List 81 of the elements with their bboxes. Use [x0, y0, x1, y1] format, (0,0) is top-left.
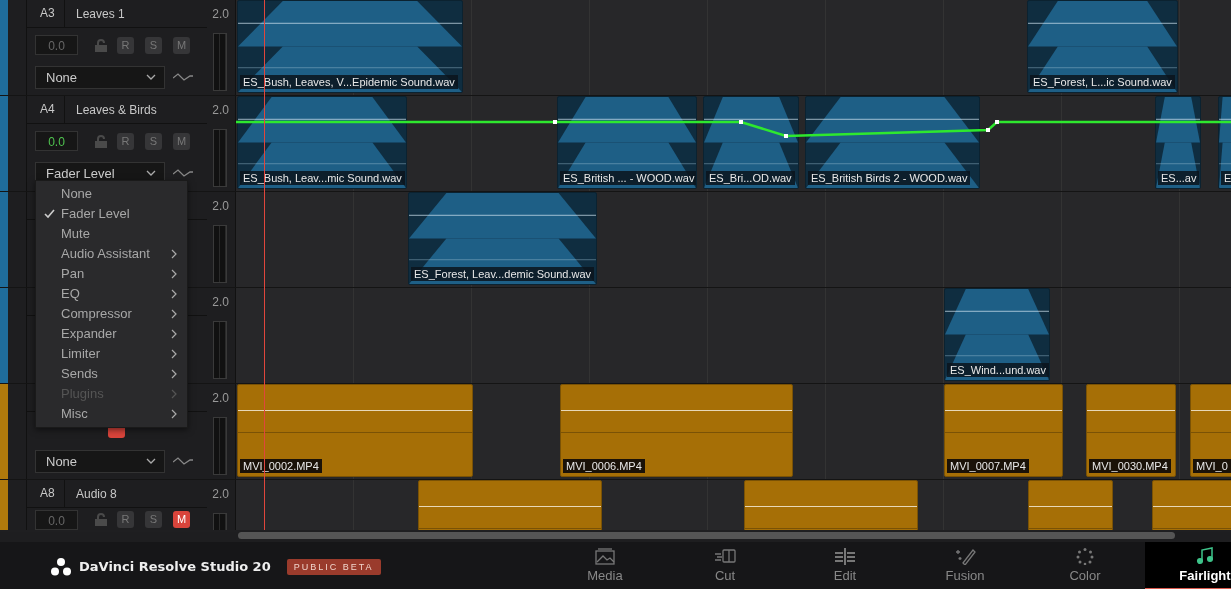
page-tab[interactable]: Fusion	[905, 542, 1025, 589]
track-name: Audio 8	[75, 486, 118, 501]
clip-name: ES_Forest, L...ic Sound.wav	[1030, 75, 1175, 89]
automation-dropdown[interactable]: None	[35, 449, 165, 473]
chevron-down-icon	[146, 170, 156, 176]
automation-icon[interactable]	[173, 168, 193, 178]
clip-name: MVI_0007.MP4	[947, 459, 1029, 473]
menu-item[interactable]: None	[36, 184, 187, 204]
video-audio-clip[interactable]: MVI_0007.MP4	[944, 384, 1063, 477]
volume-field[interactable]: 0.0	[35, 35, 78, 55]
automation-icon[interactable]	[173, 456, 193, 466]
level-meter	[213, 129, 227, 187]
channel-format: 2.0	[211, 6, 229, 21]
clip-name: ES_British ... - WOOD.wav	[560, 171, 696, 185]
channel-format: 2.0	[211, 102, 229, 117]
media-page-icon	[593, 547, 617, 565]
volume-field[interactable]: 0.0	[35, 509, 78, 530]
track-id: A8	[27, 480, 65, 507]
audio-clip[interactable]: ES_Bri...OD.wav	[703, 96, 799, 189]
fusion-page-icon	[953, 547, 977, 565]
clip-name: MVI_0	[1193, 459, 1231, 473]
page-tab[interactable]: Media	[545, 542, 665, 589]
audio-clip[interactable]: ES_British Birds 2 - WOOD.wav	[805, 96, 980, 189]
audio-clip[interactable]: ES_British ... - WOOD.wav	[557, 96, 697, 189]
m-button[interactable]: M	[173, 511, 190, 528]
page-tab[interactable]: Cut	[665, 542, 785, 589]
menu-item[interactable]: Compressor	[36, 304, 187, 324]
page-tab[interactable]: Color	[1025, 542, 1145, 589]
chevron-down-icon	[146, 74, 156, 80]
menu-item[interactable]: Misc	[36, 404, 187, 424]
level-meter	[213, 417, 227, 475]
automation-dropdown[interactable]: None	[35, 65, 165, 89]
track-name: Leaves 1	[75, 6, 126, 21]
channel-format: 2.0	[211, 486, 229, 501]
edit-page-icon	[833, 547, 857, 565]
checkmark-icon	[44, 209, 55, 219]
lock-icon[interactable]	[94, 38, 108, 52]
page-tab[interactable]: Fairlight	[1145, 542, 1231, 589]
menu-item[interactable]: Limiter	[36, 344, 187, 364]
channel-format: 2.0	[211, 294, 229, 309]
level-meter	[213, 225, 227, 283]
video-audio-clip[interactable]: MVI_0030.MP4	[1086, 384, 1176, 477]
audio-clip[interactable]: ES_Forest, Leav...demic Sound.wav	[408, 192, 597, 285]
beta-badge: PUBLIC BETA	[286, 558, 381, 575]
audio-clip[interactable]: ES...av	[1155, 96, 1201, 189]
video-audio-clip[interactable]: MVI_0006.MP4	[560, 384, 793, 477]
audio-clip[interactable]: E	[1218, 96, 1231, 189]
clip-name: E	[1221, 171, 1231, 185]
clip-name: ES_Forest, Leav...demic Sound.wav	[411, 267, 595, 281]
menu-item[interactable]: Audio Assistant	[36, 244, 187, 264]
automation-icon[interactable]	[173, 72, 193, 82]
channel-format: 2.0	[211, 390, 229, 405]
track-name: Leaves & Birds	[75, 102, 158, 117]
clip-name: ES_Wind...und.wav	[947, 363, 1049, 377]
clip-name: MVI_0030.MP4	[1089, 459, 1171, 473]
level-meter	[213, 321, 227, 379]
clip-name: MVI_0006.MP4	[563, 459, 645, 473]
page-tab[interactable]: Edit	[785, 542, 905, 589]
menu-item[interactable]: Mute	[36, 224, 187, 244]
menu-item[interactable]: Sends	[36, 364, 187, 384]
track-id: A3	[27, 0, 65, 27]
clip-name: ES_Bri...OD.wav	[706, 171, 795, 185]
level-meter	[213, 33, 227, 91]
cut-page-icon	[713, 547, 737, 565]
chevron-down-icon	[146, 458, 156, 464]
horizontal-scrollbar[interactable]	[238, 532, 1175, 539]
logo-icon	[51, 557, 71, 576]
track-id: A4	[27, 96, 65, 123]
menu-item[interactable]: Expander	[36, 324, 187, 344]
volume-field[interactable]: 0.0	[35, 131, 78, 151]
channel-format: 2.0	[211, 198, 229, 213]
lock-icon[interactable]	[94, 513, 108, 526]
app-name: DaVinci Resolve Studio 20	[79, 559, 271, 574]
audio-clip[interactable]: ES_Wind...und.wav	[944, 288, 1050, 381]
menu-item[interactable]: Fader Level	[36, 204, 187, 224]
menu-item[interactable]: EQ	[36, 284, 187, 304]
clip-name: ES_British Birds 2 - WOOD.wav	[808, 171, 971, 185]
lock-icon[interactable]	[94, 134, 108, 148]
menu-item[interactable]: Pan	[36, 264, 187, 284]
audio-clip[interactable]: ES_Forest, L...ic Sound.wav	[1027, 0, 1178, 93]
clip-name: ES...av	[1158, 171, 1200, 185]
